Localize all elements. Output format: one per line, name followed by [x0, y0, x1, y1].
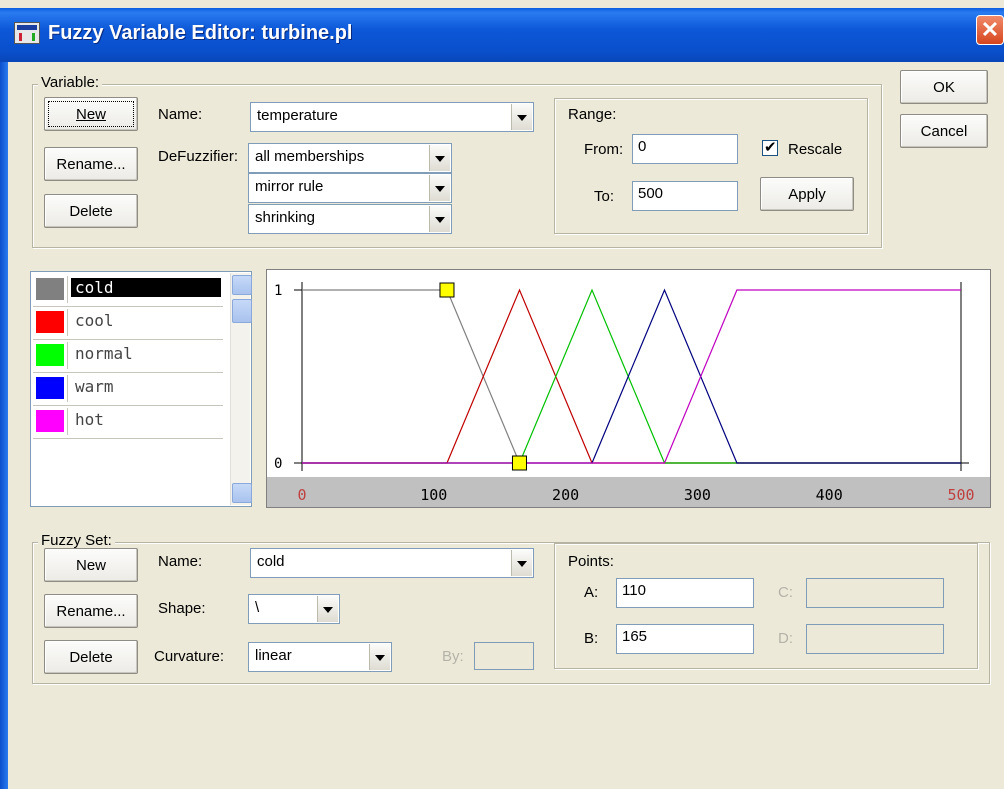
- color-swatch: [35, 276, 68, 303]
- curvature-value: linear: [255, 647, 292, 664]
- shape-combo[interactable]: \: [248, 594, 340, 624]
- window-frame-left: [0, 62, 8, 789]
- ok-button[interactable]: OK: [900, 70, 988, 104]
- chevron-down-icon[interactable]: [429, 145, 450, 171]
- list-scrollbar[interactable]: [230, 273, 252, 505]
- chevron-down-icon[interactable]: [369, 644, 390, 670]
- fuzzy-variable-editor-window: Fuzzy Variable Editor: turbine.pl ✕ OK C…: [0, 0, 1004, 789]
- variable-name-value: temperature: [257, 107, 338, 124]
- variable-delete-button[interactable]: Delete: [44, 194, 138, 228]
- x-tick-label: 400: [816, 486, 843, 504]
- point-b-label: B:: [584, 630, 599, 647]
- range-to-label: To:: [594, 188, 615, 205]
- color-swatch: [35, 342, 68, 369]
- list-item-warm[interactable]: warm: [33, 373, 223, 406]
- by-field: [474, 642, 534, 670]
- x-tick-label: 200: [552, 486, 579, 504]
- defuzzifier-combo-2[interactable]: mirror rule: [248, 173, 452, 203]
- set-delete-button[interactable]: Delete: [44, 640, 138, 674]
- range-group-label: Range:: [568, 106, 617, 123]
- set-name-combo[interactable]: cold: [250, 548, 534, 578]
- color-swatch: [35, 309, 68, 336]
- x-tick-label: 100: [420, 486, 447, 504]
- defuzzifier-value-3: shrinking: [255, 209, 316, 226]
- chart-background: [266, 269, 991, 508]
- point-c-field: [806, 578, 944, 608]
- point-a-label: A:: [584, 584, 599, 601]
- chart-axis-strip: [267, 477, 990, 507]
- x-tick-label: 0: [297, 486, 306, 504]
- shape-label: Shape:: [158, 600, 206, 617]
- defuzzifier-combo-1[interactable]: all memberships: [248, 143, 452, 173]
- list-item-cold[interactable]: cold: [33, 274, 223, 307]
- x-tick-label: 300: [684, 486, 711, 504]
- membership-chart[interactable]: 100 100 200 300 400 500: [266, 269, 991, 508]
- defuzzifier-combo-3[interactable]: shrinking: [248, 204, 452, 234]
- by-label: By:: [442, 648, 464, 665]
- point-b-field[interactable]: 165: [616, 624, 754, 654]
- shape-value: \: [255, 599, 260, 616]
- scroll-down-icon[interactable]: [232, 483, 252, 503]
- app-icon: [14, 22, 40, 44]
- range-to-field[interactable]: 500: [632, 181, 738, 211]
- drag-handle-b[interactable]: [511, 455, 527, 471]
- window-title: Fuzzy Variable Editor: turbine.pl: [48, 22, 353, 44]
- range-from-field[interactable]: 0: [632, 134, 738, 164]
- rescale-label[interactable]: Rescale: [788, 141, 842, 158]
- chevron-down-icon[interactable]: [429, 206, 450, 232]
- point-a-field[interactable]: 110: [616, 578, 754, 608]
- defuzzifier-value-2: mirror rule: [255, 178, 324, 195]
- fuzzy-sets-list[interactable]: cold cool normal warm hot: [30, 271, 252, 507]
- point-d-field: [806, 624, 944, 654]
- point-c-label: C:: [778, 584, 793, 601]
- set-rename-button[interactable]: Rename...: [44, 594, 138, 628]
- list-item-normal[interactable]: normal: [33, 340, 223, 373]
- scrollbar-thumb[interactable]: [232, 299, 252, 323]
- range-from-label: From:: [584, 141, 624, 158]
- set-name-value: cold: [257, 553, 285, 570]
- chevron-down-icon[interactable]: [511, 550, 532, 576]
- defuzzifier-value-1: all memberships: [255, 148, 365, 165]
- chevron-down-icon[interactable]: [317, 596, 338, 622]
- defuzzifier-label: DeFuzzifier:: [158, 148, 239, 165]
- curvature-label: Curvature:: [154, 648, 225, 665]
- list-item-label: warm: [75, 377, 114, 396]
- variable-name-combo[interactable]: temperature: [250, 102, 534, 132]
- color-swatch: [35, 408, 68, 435]
- cancel-button[interactable]: Cancel: [900, 114, 988, 148]
- rescale-checkbox[interactable]: [762, 138, 778, 156]
- list-item-label: hot: [75, 410, 104, 429]
- fuzzy-set-group-label: Fuzzy Set:: [38, 532, 115, 549]
- variable-group-label: Variable:: [38, 74, 103, 91]
- point-d-label: D:: [778, 630, 793, 647]
- variable-new-button[interactable]: New: [44, 97, 138, 131]
- list-item-label: normal: [75, 344, 133, 363]
- list-item-label: cold: [71, 278, 221, 297]
- set-name-label: Name:: [158, 553, 203, 570]
- set-new-button[interactable]: New: [44, 548, 138, 582]
- points-group-label: Points:: [568, 553, 614, 570]
- list-item-hot[interactable]: hot: [33, 406, 223, 439]
- drag-handle-a[interactable]: [439, 282, 455, 298]
- apply-button[interactable]: Apply: [760, 177, 854, 211]
- list-item-label: cool: [75, 311, 114, 330]
- x-tick-label: 500: [947, 486, 974, 504]
- variable-name-label: Name:: [158, 106, 203, 123]
- close-button[interactable]: ✕: [976, 15, 1004, 45]
- color-swatch: [35, 375, 68, 402]
- y-tick-label: 1: [274, 283, 282, 299]
- curvature-combo[interactable]: linear: [248, 642, 392, 672]
- variable-rename-button[interactable]: Rename...: [44, 147, 138, 181]
- scroll-up-icon[interactable]: [232, 275, 252, 295]
- variable-new-label: New: [75, 106, 106, 123]
- chevron-down-icon[interactable]: [511, 104, 532, 130]
- y-tick-label: 0: [274, 456, 282, 472]
- chevron-down-icon[interactable]: [429, 175, 450, 201]
- list-item-cool[interactable]: cool: [33, 307, 223, 340]
